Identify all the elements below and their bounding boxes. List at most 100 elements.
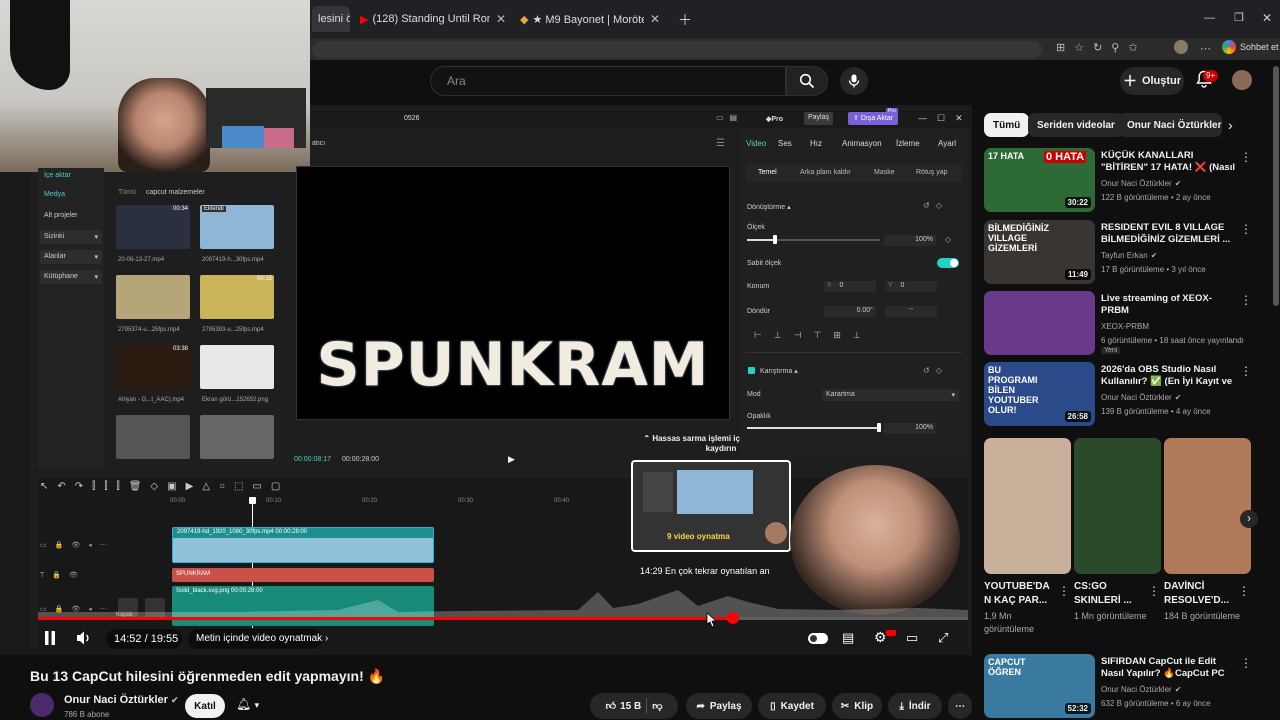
timeline-toolbar-icons[interactable]: ↖↶↷⫿⫿⫿🗑◇▣▶△○⬚▭▢ bbox=[40, 481, 289, 492]
copilot-icon[interactable] bbox=[1222, 40, 1236, 54]
property-subtab[interactable]: Rötuş yap bbox=[916, 169, 948, 176]
video-thumbnail[interactable] bbox=[984, 291, 1095, 355]
playhead-handle[interactable] bbox=[249, 497, 256, 504]
short-thumbnail[interactable] bbox=[1164, 438, 1251, 574]
media-tab-folder[interactable]: capcut malzemeler bbox=[146, 189, 205, 196]
media-item[interactable]: Eklendi 2097419-h...30fps.mp4 bbox=[200, 205, 274, 265]
property-subtab[interactable]: Arka planı kaldır bbox=[800, 169, 851, 176]
nav-import[interactable]: İçe aktar bbox=[44, 172, 71, 179]
capcut-share-button[interactable]: Paylaş bbox=[804, 112, 834, 125]
media-item[interactable]: 2795374-u...25fps.mp4 bbox=[116, 275, 190, 335]
progress-scrubber[interactable] bbox=[727, 612, 739, 624]
chip-series[interactable]: Seriden videolar bbox=[1028, 113, 1124, 137]
window-close-icon[interactable]: ✕ bbox=[1262, 11, 1272, 25]
short-title[interactable]: YOUTUBE'DA N KAÇ PAR... bbox=[984, 580, 1054, 608]
more-vert-icon[interactable]: ⋮ bbox=[1240, 222, 1252, 236]
media-item[interactable]: 03:38 Ahiyan - G...t_AAC).mp4 bbox=[116, 345, 190, 405]
shorts-next-button[interactable]: › bbox=[1240, 510, 1258, 528]
video-clip-track[interactable]: 2097419-hd_1920_1080_30fps.mp4 00:00:28:… bbox=[172, 527, 434, 563]
property-tab[interactable]: Ses bbox=[778, 139, 792, 148]
channel-name[interactable]: Onur Naci Öztürkler ✔ bbox=[64, 694, 179, 706]
blend-label[interactable]: Karıştırma ▴ bbox=[760, 367, 798, 375]
extensions-icon[interactable]: ⋯ bbox=[1200, 42, 1211, 55]
share-button[interactable]: ➦ Paylaş bbox=[686, 693, 752, 719]
search-button[interactable] bbox=[786, 66, 828, 96]
voice-search-button[interactable] bbox=[840, 67, 868, 95]
nav-subprojects[interactable]: Alt projeler bbox=[44, 212, 77, 219]
short-thumbnail[interactable] bbox=[1074, 438, 1161, 574]
video-title[interactable]: SIFIRDAN CapCut ile Edit Nasıl Yapılır? … bbox=[1101, 656, 1236, 680]
subtitles-icon[interactable]: ▤ bbox=[842, 630, 854, 646]
download-button[interactable]: ⤓ İndir bbox=[888, 693, 942, 719]
close-icon[interactable]: ✕ bbox=[490, 12, 506, 26]
position-y-field[interactable]: Y 0 bbox=[885, 281, 937, 292]
preview-play-icon[interactable]: ▶ bbox=[508, 454, 515, 465]
chapter-title[interactable]: Metin içinde video oynatmak › bbox=[196, 633, 328, 644]
subscribe-bell-button[interactable]: 🔔︎ ▾ bbox=[236, 697, 259, 711]
tab-active[interactable]: lesini öğ✕ bbox=[312, 6, 350, 32]
recommended-video[interactable]: BU PROGRAMI BİLEN YOUTUBER OLUR! 26:58 202… bbox=[984, 362, 1254, 428]
video-title[interactable]: Live streaming of XEOX-PRBM bbox=[1101, 293, 1236, 317]
property-tab[interactable]: İzleme bbox=[896, 139, 920, 148]
more-vert-icon[interactable]: ⋮ bbox=[1240, 364, 1252, 378]
transform-reset-icons[interactable]: ↺◇ bbox=[923, 201, 948, 210]
short-thumbnail[interactable] bbox=[984, 438, 1071, 574]
property-tab[interactable]: Animasyon bbox=[842, 139, 882, 148]
align-icons[interactable]: ⊢⊥⊣⊤⊞⊥ bbox=[754, 330, 873, 341]
more-vert-icon[interactable]: ⋮ bbox=[1058, 584, 1070, 598]
blend-checkbox[interactable] bbox=[748, 367, 755, 374]
tab-bayonet[interactable]: ◆★ M9 Bayonet | Morötesi (Görevd✕ bbox=[514, 6, 666, 32]
media-tab-all[interactable]: Tümü bbox=[118, 189, 136, 196]
sohbet-button[interactable]: Sohbet et bbox=[1240, 42, 1279, 52]
video-channel[interactable]: Onur Naci Öztürkler ✔ bbox=[1101, 391, 1181, 404]
media-item[interactable]: Ekran görü...152652.png bbox=[200, 345, 274, 405]
blend-reset-icons[interactable]: ↺◇ bbox=[923, 366, 948, 375]
text-clip-track[interactable]: SPUNKRAM bbox=[172, 568, 434, 582]
clip-button[interactable]: ✂ Klip bbox=[832, 693, 882, 719]
chip-channel[interactable]: Onur Naci Öztürkler a bbox=[1118, 113, 1222, 137]
short-title[interactable]: CS:GO SKINLERİ ... bbox=[1074, 580, 1144, 608]
channel-avatar[interactable] bbox=[30, 693, 54, 717]
browser-toolbar-icons[interactable]: ⊞☆↻⚲✩ bbox=[1056, 41, 1147, 54]
property-tab[interactable]: Hız bbox=[810, 139, 822, 148]
recommended-video[interactable]: Live streaming of XEOX-PRBM XEOX-PRBM 6 gö… bbox=[984, 291, 1254, 357]
track-controls-text[interactable]: T🔒👁 bbox=[40, 571, 86, 579]
media-item[interactable] bbox=[200, 415, 274, 475]
uniform-scale-toggle[interactable] bbox=[937, 258, 959, 268]
nav-library[interactable]: Kütüphane ▾ bbox=[40, 270, 102, 284]
short-title[interactable]: DAVİNCİ RESOLVE'D... bbox=[1164, 580, 1234, 608]
media-item[interactable] bbox=[116, 415, 190, 475]
layout-icons[interactable]: ▭▤ bbox=[716, 113, 743, 122]
account-avatar[interactable] bbox=[1232, 70, 1252, 90]
recommended-video[interactable]: 17 HATA 0 HATA 30:22 KÜÇÜK KANALLARI "BİTİR… bbox=[984, 148, 1254, 214]
tab-ronaldo[interactable]: ▶(128) Standing Until Ronaldo Scor✕ bbox=[354, 6, 512, 32]
nav-media[interactable]: Medya bbox=[44, 191, 65, 198]
more-actions-button[interactable]: ⋯ bbox=[948, 693, 972, 719]
capcut-window-controls[interactable]: —☐✕ bbox=[918, 113, 973, 124]
more-vert-icon[interactable]: ⋮ bbox=[1240, 293, 1252, 307]
video-channel[interactable]: XEOX-PRBM bbox=[1101, 320, 1149, 333]
video-channel[interactable]: Tayfun Erkan ✔ bbox=[1101, 249, 1157, 262]
fullscreen-icon[interactable]: ⤢ bbox=[938, 630, 948, 646]
opacity-value-field[interactable]: 100% bbox=[884, 423, 936, 434]
like-button[interactable]: 👍︎ 15 B bbox=[606, 700, 642, 713]
video-title[interactable]: KÜÇÜK KANALLARI "BİTİREN" 17 HATA! ❌ (Na… bbox=[1101, 150, 1236, 174]
maximize-icon[interactable]: ❐ bbox=[1234, 11, 1244, 24]
recommended-video[interactable]: BİLMEDİĞİNİZ VILLAGE GİZEMLERİ 11:49 RESID… bbox=[984, 220, 1254, 286]
url-field[interactable] bbox=[312, 41, 1042, 58]
short-item[interactable]: CS:GO SKINLERİ ... 1 Mn görüntüleme ⋮ bbox=[1074, 438, 1162, 648]
minimize-icon[interactable]: — bbox=[1204, 12, 1215, 24]
more-vert-icon[interactable]: ⋮ bbox=[1238, 584, 1250, 598]
short-item[interactable]: YOUTUBE'DA N KAÇ PAR... 1,9 Mn görüntülem… bbox=[984, 438, 1072, 648]
transform-label[interactable]: Dönüştürme ▴ bbox=[747, 203, 791, 211]
property-tab[interactable]: Video bbox=[746, 139, 766, 148]
media-item[interactable]: 00:34 20-08-13-27.mp4 bbox=[116, 205, 190, 265]
chip-all[interactable]: Tümü bbox=[984, 113, 1030, 137]
position-x-field[interactable]: X 0 bbox=[824, 281, 876, 292]
theater-mode-icon[interactable]: ▭ bbox=[906, 630, 918, 646]
more-vert-icon[interactable]: ⋮ bbox=[1240, 150, 1252, 164]
volume-button[interactable] bbox=[76, 630, 92, 646]
pause-button[interactable] bbox=[44, 631, 56, 645]
page-scrollbar[interactable] bbox=[1273, 66, 1279, 306]
video-thumbnail[interactable]: BU PROGRAMI BİLEN YOUTUBER OLUR! 26:58 bbox=[984, 362, 1095, 426]
